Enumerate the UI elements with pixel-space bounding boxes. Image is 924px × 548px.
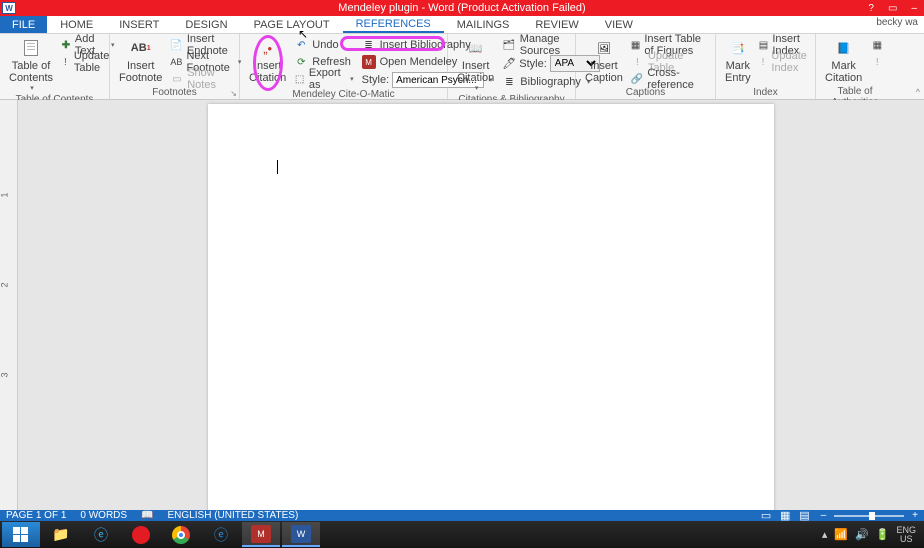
style-label: Style: [362, 74, 390, 86]
internet-explorer-taskbar[interactable]: ⓔ [82, 522, 120, 547]
manage-sources-icon: 🗂 [502, 38, 515, 52]
help-icon[interactable]: ? [865, 3, 877, 14]
windows-icon [13, 527, 29, 543]
insert-index-icon: ▤ [759, 38, 769, 52]
cross-ref-icon: 🔗 [631, 72, 643, 86]
file-explorer-taskbar[interactable]: 📁 [42, 522, 80, 547]
plus-icon: ✚ [61, 38, 71, 52]
style-icon: 🖊 [502, 57, 516, 70]
show-hidden-icons[interactable]: ▴ [822, 528, 828, 541]
word-count[interactable]: 0 WORDS [80, 510, 127, 521]
tab-view[interactable]: VIEW [592, 16, 646, 33]
group-label: Index [720, 87, 811, 99]
group-label: Footnotes [114, 87, 235, 99]
show-notes-icon: ▭ [170, 72, 183, 86]
tab-home[interactable]: HOME [47, 16, 106, 33]
page-count[interactable]: PAGE 1 OF 1 [6, 510, 66, 521]
insert-footnote-button[interactable]: AB1 Insert Footnote [114, 36, 167, 86]
text-cursor [277, 160, 278, 174]
mouse-cursor-icon: ↖ [298, 27, 308, 41]
figures-icon: ▦ [631, 38, 640, 52]
spellcheck-icon[interactable]: 📖 [141, 510, 153, 521]
footnote-icon: AB1 [131, 38, 151, 58]
tab-references[interactable]: REFERENCES [343, 16, 444, 33]
tab-mailings[interactable]: MAILINGS [444, 16, 523, 33]
tab-page-layout[interactable]: PAGE LAYOUT [241, 16, 343, 33]
mendeley-icon: M [362, 55, 376, 69]
toc-icon [24, 40, 38, 56]
cross-reference-button[interactable]: 🔗Cross-reference [628, 71, 711, 87]
bibliography-icon: ≣ [502, 75, 516, 89]
update-icon: ! [870, 55, 884, 69]
chrome-icon [172, 526, 190, 544]
citation-icon: „• [258, 38, 278, 58]
zoom-out-icon[interactable]: – [821, 510, 827, 521]
opera-taskbar[interactable] [122, 522, 160, 547]
volume-icon[interactable]: 🔊 [855, 528, 869, 541]
document-page[interactable] [208, 104, 774, 518]
battery-icon[interactable]: 🔋 [876, 528, 890, 541]
word-taskbar[interactable]: W [282, 522, 320, 547]
group-label: Captions [580, 87, 711, 99]
export-icon: ⬚ [294, 72, 305, 86]
mendeley-icon: M [251, 525, 271, 543]
vertical-ruler: 1 2 3 [0, 100, 18, 518]
authorities-icon: ▦ [870, 38, 884, 52]
show-notes-button: ▭Show Notes [167, 71, 244, 87]
collapse-ribbon-icon[interactable]: ^ [916, 87, 920, 97]
minimize-icon[interactable]: – [908, 3, 920, 14]
zoom-slider[interactable] [834, 515, 904, 517]
insert-caption-button[interactable]: 🖼 Insert Caption [580, 36, 628, 86]
edge-taskbar[interactable]: ⓔ [202, 522, 240, 547]
dialog-launcher-icon[interactable]: ↘ [230, 89, 237, 98]
citation-icon: 📖 [466, 38, 486, 58]
update-authorities-button: ! [867, 54, 887, 70]
opera-icon [132, 526, 150, 544]
update-icon: ! [759, 55, 768, 69]
endnote-icon: 📄 [170, 38, 182, 52]
chevron-down-icon: ▾ [30, 84, 34, 92]
mendeley-taskbar[interactable]: M [242, 522, 280, 547]
bibliography-icon: ≣ [362, 38, 376, 52]
file-tab[interactable]: FILE [0, 16, 47, 33]
ribbon-display-icon[interactable]: ▭ [885, 3, 900, 14]
mark-citation-button[interactable]: 📘 Mark Citation [820, 36, 867, 86]
tab-design[interactable]: DESIGN [172, 16, 240, 33]
table-of-contents-button[interactable]: Table of Contents ▾ [4, 36, 58, 94]
update-index-button: !Update Index [756, 54, 815, 70]
insert-citation-button[interactable]: 📖 Insert Citation ▾ [452, 36, 499, 94]
start-button[interactable] [2, 522, 40, 547]
tab-review[interactable]: REVIEW [522, 16, 591, 33]
user-name[interactable]: becky wa [876, 17, 918, 28]
word-icon: W [291, 525, 311, 543]
word-app-icon: W [2, 2, 16, 14]
next-footnote-icon: AB [170, 55, 182, 69]
export-as-button[interactable]: ⬚Export as▾ [291, 71, 356, 87]
style-label: Style: [519, 58, 547, 70]
language-status[interactable]: ENGLISH (UNITED STATES) [168, 510, 299, 521]
tab-insert[interactable]: INSERT [106, 16, 172, 33]
caption-icon: 🖼 [594, 38, 614, 58]
zoom-in-icon[interactable]: + [912, 510, 918, 521]
chrome-taskbar[interactable] [162, 522, 200, 547]
mendeley-insert-citation-button[interactable]: „• Insert Citation [244, 36, 291, 86]
mark-entry-icon: 📑 [728, 38, 748, 58]
mark-entry-button[interactable]: 📑 Mark Entry [720, 36, 756, 86]
wifi-icon[interactable]: 📶 [834, 528, 848, 541]
refresh-icon: ⟳ [294, 55, 308, 69]
update-icon: ! [631, 55, 644, 69]
update-table-button[interactable]: !Update Table [58, 54, 117, 70]
language-indicator[interactable]: ENG US [896, 526, 916, 544]
window-title: Mendeley plugin - Word (Product Activati… [338, 2, 585, 14]
insert-authorities-button[interactable]: ▦ [867, 37, 887, 53]
mark-citation-icon: 📘 [834, 38, 854, 58]
update-icon: ! [61, 55, 70, 69]
